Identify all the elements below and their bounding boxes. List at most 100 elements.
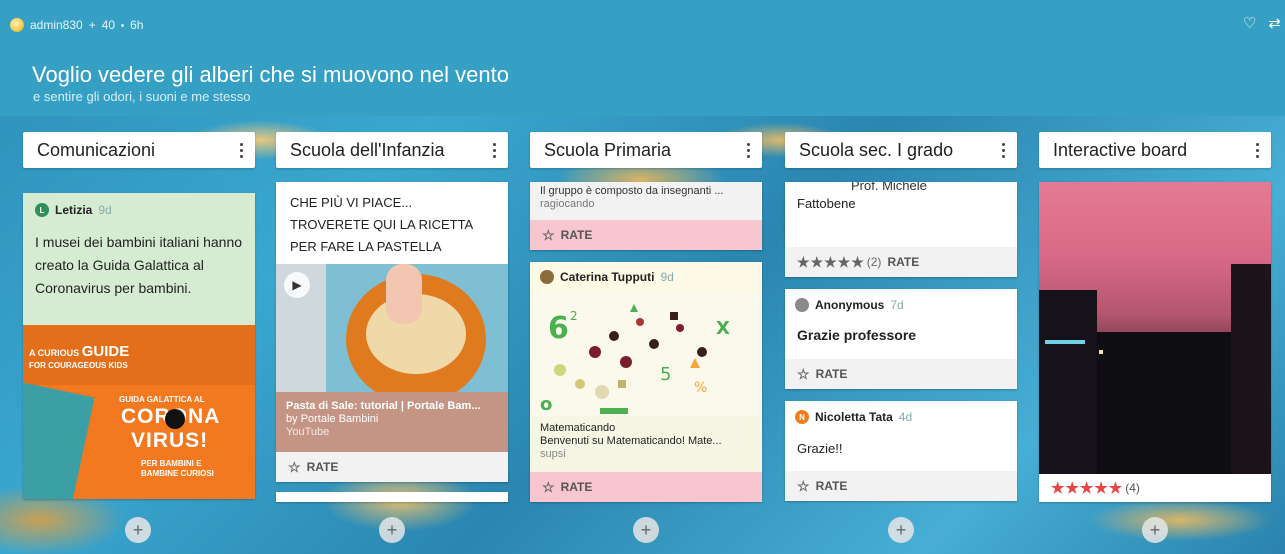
rate-label: RATE (560, 228, 593, 242)
math-illustration: 6 2 X 5 % o (540, 304, 730, 415)
post-author: L Letizia 9d (35, 203, 112, 217)
board-header: admin830 + 40 6h ♡ ⇄ Voglio vedere gli a… (0, 0, 1285, 116)
photo-building-left (1039, 290, 1097, 474)
board-title: Voglio vedere gli alberi che si muovono … (32, 62, 509, 87)
add-post-button[interactable]: + (888, 517, 914, 543)
svg-text:X: X (716, 318, 730, 339)
link-source: YouTube (286, 426, 330, 438)
poster-line7: BAMBINE CURIOSI (141, 469, 214, 478)
svg-text:o: o (540, 394, 552, 415)
post-line3: PER FARE LA PASTELLA (290, 239, 442, 254)
more-options-icon[interactable] (1000, 142, 1007, 158)
photo-building-right (1231, 264, 1271, 474)
rate-button[interactable]: ☆ RATE (785, 359, 1017, 389)
link-preview[interactable]: Pasta di Sale: tutorial | Portale Bam...… (276, 392, 508, 452)
column-header: Scuola Primaria (530, 132, 762, 168)
link-source: supsi (540, 448, 566, 460)
post-card[interactable]: ★★★★★ (4) (1039, 182, 1271, 502)
star-icon: ☆ (542, 226, 555, 243)
points-count: 40 (101, 18, 116, 32)
column-header: Scuola dell'Infanzia (276, 132, 508, 168)
link-title: Pasta di Sale: tutorial | Portale Bam... (286, 400, 481, 412)
star-icon: ☆ (288, 458, 301, 475)
column-scuola-infanzia: Scuola dell'Infanzia (276, 132, 508, 168)
poster-line5: VIRUS! (131, 429, 209, 452)
post-card[interactable]: Il gruppo è composto da insegnanti ... r… (530, 182, 762, 250)
add-post-button[interactable]: + (1142, 517, 1168, 543)
rate-label: RATE (306, 460, 339, 474)
post-body: I musei dei bambini italiani hanno creat… (35, 234, 243, 296)
author-name: Nicoletta Tata (815, 410, 893, 424)
post-body: Grazie professore (797, 327, 917, 343)
rating-bar[interactable]: ★★★★★ (4) (1039, 474, 1271, 502)
virus-dot (165, 409, 185, 429)
add-post-button[interactable]: + (125, 517, 151, 543)
svg-text:5: 5 (660, 364, 671, 385)
column-header: Scuola sec. I grado (785, 132, 1017, 168)
rate-button[interactable]: ☆ RATE (785, 471, 1017, 501)
post-body: Fattobene (797, 196, 856, 211)
link-preview[interactable]: Matematicando Benvenuti su Matematicando… (530, 416, 762, 472)
board-subtitle: e sentire gli odori, i suoni e me stesso (33, 89, 251, 104)
poster-line1: A CURIOUS (29, 348, 80, 358)
column-title: Comunicazioni (37, 139, 156, 160)
poster-line2: FOR COURAGEOUS KIDS (29, 361, 128, 370)
post-card[interactable]: Caterina Tupputi 9d 6 2 X 5 % o Matemati… (530, 262, 762, 502)
rate-label: RATE (560, 480, 593, 494)
board-age: 6h (130, 18, 144, 32)
column-comunicazioni: Comunicazioni (23, 132, 255, 168)
post-card[interactable]: Prof. Michele Fattobene ★★★★★ (2) RATE (785, 182, 1017, 277)
more-options-icon[interactable] (491, 142, 498, 158)
video-thumbnail[interactable]: ▶ (276, 264, 508, 392)
link-preview[interactable]: Il gruppo è composto da insegnanti ... r… (530, 182, 762, 220)
link-by: by Portale Bambini (286, 413, 379, 425)
column-title: Scuola dell'Infanzia (290, 139, 445, 160)
rate-label: RATE (815, 367, 848, 381)
top-actions: ♡ ⇄ (1243, 14, 1281, 32)
post-card[interactable]: Anonymous 7d Grazie professore ☆ RATE (785, 289, 1017, 389)
poster-image[interactable]: A CURIOUS GUIDE FOR COURAGEOUS KIDS GUID… (23, 325, 255, 499)
play-icon[interactable]: ▶ (284, 272, 310, 298)
more-options-icon[interactable] (1254, 142, 1261, 158)
column-scuola-sec: Scuola sec. I grado (785, 132, 1017, 168)
post-age: 9d (660, 270, 674, 284)
post-card-partial[interactable] (276, 492, 508, 502)
rate-button[interactable]: ☆ RATE (530, 220, 762, 250)
rating-count: (2) (866, 255, 882, 269)
post-age: 9d (98, 203, 112, 217)
photo-lamp (1099, 350, 1103, 354)
rating-bar[interactable]: ★★★★★ (2) RATE (785, 247, 1017, 277)
user-avatar[interactable] (10, 18, 24, 32)
author-avatar: N (795, 410, 809, 424)
remake-icon[interactable]: ⇄ (1268, 14, 1281, 32)
heart-icon[interactable]: ♡ (1243, 14, 1256, 32)
post-card[interactable]: L Letizia 9d I musei dei bambini italian… (23, 193, 255, 499)
rate-button[interactable]: ☆ RATE (530, 472, 762, 502)
more-options-icon[interactable] (745, 142, 752, 158)
rating-count: (4) (1125, 481, 1140, 495)
author-name: Anonymous (815, 298, 885, 312)
poster-shape (23, 378, 95, 499)
star-icon: ☆ (542, 478, 555, 495)
rate-button[interactable]: ☆ RATE (276, 452, 508, 482)
add-post-button[interactable]: + (633, 517, 659, 543)
column-header: Interactive board (1039, 132, 1271, 168)
post-line1: CHE PIÙ VI PIACE... (290, 195, 413, 210)
svg-text:2: 2 (570, 309, 578, 323)
poster-line6: PER BAMBINI E (141, 459, 202, 468)
poster-line3: GUIDA GALATTICA AL (119, 395, 205, 404)
photo-image[interactable] (1039, 182, 1271, 474)
column-title: Scuola sec. I grado (799, 139, 954, 160)
link-title: Matematicando (540, 422, 616, 434)
username[interactable]: admin830 (30, 18, 83, 32)
math-image[interactable]: 6 2 X 5 % o (530, 292, 762, 416)
rating-stars-icon: ★★★★★ (797, 253, 865, 270)
more-options-icon[interactable] (238, 142, 245, 158)
post-body: CHE PIÙ VI PIACE... TROVERETE QUI LA RIC… (290, 192, 473, 258)
column-header: Comunicazioni (23, 132, 255, 168)
post-card[interactable]: N Nicoletta Tata 4d Grazie!! ☆ RATE (785, 401, 1017, 501)
board-meta: admin830 + 40 6h (10, 16, 143, 34)
column-interactive-board: Interactive board (1039, 132, 1271, 168)
post-card[interactable]: CHE PIÙ VI PIACE... TROVERETE QUI LA RIC… (276, 182, 508, 482)
add-post-button[interactable]: + (379, 517, 405, 543)
